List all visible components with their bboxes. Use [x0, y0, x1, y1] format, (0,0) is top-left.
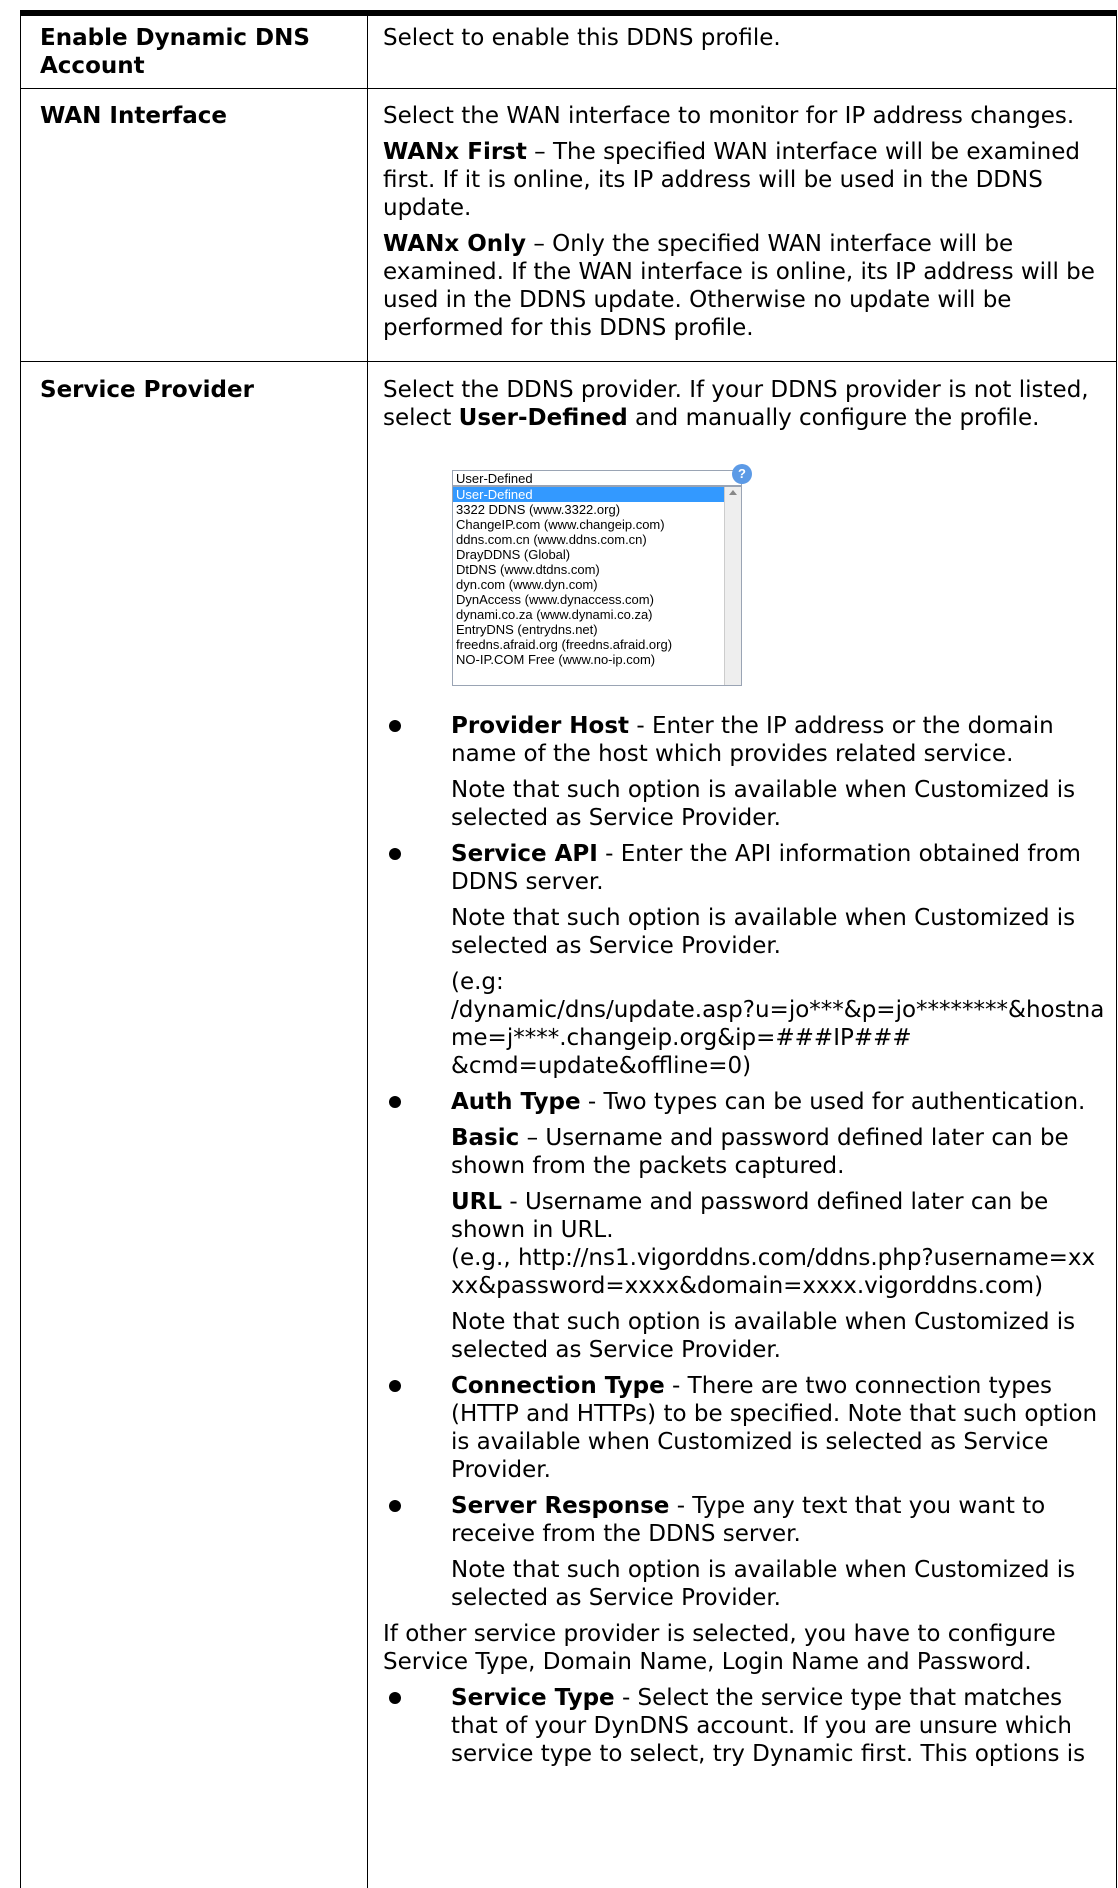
bullet-provider-host: Provider Host - Enter the IP address or …	[383, 712, 1108, 768]
row-divider	[20, 88, 1116, 89]
table-column-divider	[367, 10, 368, 1888]
wanx-first-paragraph: WANx First – The specified WAN interface…	[383, 139, 1080, 221]
provider-option[interactable]: ChangeIP.com (www.changeip.com)	[453, 517, 741, 532]
service-provider-intro: Select the DDNS provider. If your DDNS p…	[383, 376, 1108, 432]
example-text: (e.g., http://ns1.vigorddns.com/ddns.php…	[451, 1245, 1096, 1299]
provider-select-current[interactable]: User-Defined	[452, 470, 742, 486]
table-left-border	[20, 10, 21, 1888]
row-description-service-provider: Select the DDNS provider. If your DDNS p…	[383, 376, 1108, 440]
bullet-icon	[389, 720, 401, 732]
description-text: Select the WAN interface to monitor for …	[383, 103, 1075, 129]
row-label-wan-interface: WAN Interface	[40, 103, 228, 129]
term: Service API	[451, 841, 598, 867]
term: Provider Host	[451, 713, 630, 739]
example-text: /dynamic/dns/update.asp?u=jo***&p=jo****…	[451, 997, 1105, 1051]
bullet-icon	[389, 1096, 401, 1108]
provider-option[interactable]: DrayDDNS (Global)	[453, 547, 741, 562]
term: Connection Type	[451, 1373, 665, 1399]
provider-option[interactable]: EntryDNS (entrydns.net)	[453, 622, 741, 637]
row-divider	[20, 361, 1116, 362]
row-description-enable-ddns: Select to enable this DDNS profile.	[383, 24, 1108, 60]
bullet-icon	[389, 1500, 401, 1512]
wanx-only-paragraph: WANx Only – Only the specified WAN inter…	[383, 231, 1095, 341]
provider-option[interactable]: 3322 DDNS (www.3322.org)	[453, 502, 741, 517]
term: Server Response	[451, 1493, 670, 1519]
description-text: and manually configure the profile.	[627, 405, 1040, 431]
row-label-enable-ddns: Enable Dynamic DNS Account	[40, 25, 310, 79]
bullet-service-type: Service Type - Select the service type t…	[383, 1684, 1108, 1768]
term: Basic	[451, 1125, 520, 1151]
description-text: – Username and password defined later ca…	[451, 1125, 1069, 1179]
provider-options-list[interactable]: User-Defined 3322 DDNS (www.3322.org) Ch…	[452, 486, 742, 686]
example-text: &cmd=update&offline=0)	[451, 1053, 752, 1079]
note-text: Note that such option is available when …	[451, 905, 1076, 959]
provider-option[interactable]: DynAccess (www.dynaccess.com)	[453, 592, 741, 607]
provider-option[interactable]: NO-IP.COM Free (www.no-ip.com)	[453, 652, 741, 667]
provider-option[interactable]: DtDNS (www.dtdns.com)	[453, 562, 741, 577]
note-text: Note that such option is available when …	[451, 777, 1076, 831]
other-provider-text: If other service provider is selected, y…	[383, 1621, 1056, 1675]
table-right-border	[1116, 10, 1117, 1888]
dropdown-scrollbar[interactable]	[724, 487, 741, 685]
term: Auth Type	[451, 1089, 581, 1115]
bullet-connection-type: Connection Type - There are two connecti…	[383, 1372, 1108, 1484]
table-top-border	[20, 10, 1116, 16]
row-description-wan-interface: Select the WAN interface to monitor for …	[383, 102, 1108, 350]
bullet-server-response: Server Response - Type any text that you…	[383, 1492, 1108, 1548]
term: URL	[451, 1189, 503, 1215]
provider-option[interactable]: ddns.com.cn (www.ddns.com.cn)	[453, 532, 741, 547]
provider-option[interactable]: User-Defined	[453, 487, 741, 502]
provider-option[interactable]: freedns.afraid.org (freedns.afraid.org)	[453, 637, 741, 652]
bullet-icon	[389, 1380, 401, 1392]
description-text: - Username and password defined later ca…	[451, 1189, 1049, 1243]
service-provider-details: Provider Host - Enter the IP address or …	[383, 712, 1108, 1776]
bullet-icon	[389, 1692, 401, 1704]
bullet-icon	[389, 848, 401, 860]
row-label-service-provider: Service Provider	[40, 377, 254, 403]
bullet-service-api: Service API - Enter the API information …	[383, 840, 1108, 896]
term-wanx-first: WANx First	[383, 139, 527, 165]
description-text: Select to enable this DDNS profile.	[383, 25, 781, 51]
provider-option[interactable]: dyn.com (www.dyn.com)	[453, 577, 741, 592]
help-icon[interactable]: ?	[732, 464, 752, 484]
example-text: (e.g:	[451, 969, 504, 995]
note-text: Note that such option is available when …	[451, 1557, 1076, 1611]
bullet-auth-type: Auth Type - Two types can be used for au…	[383, 1088, 1108, 1116]
description-text: - Two types can be used for authenticati…	[580, 1089, 1086, 1115]
provider-option[interactable]: dynami.co.za (www.dynami.co.za)	[453, 607, 741, 622]
document-page: Enable Dynamic DNS Account Select to ena…	[0, 0, 1118, 1888]
scroll-up-arrow-icon[interactable]	[729, 490, 737, 495]
term-user-defined: User-Defined	[458, 405, 628, 431]
term: Service Type	[451, 1685, 615, 1711]
auth-basic-text: Basic – Username and password defined la…	[383, 1124, 1108, 1180]
note-text: Note that such option is available when …	[451, 1309, 1076, 1363]
auth-url-text: URL - Username and password defined late…	[383, 1188, 1108, 1244]
term-wanx-only: WANx Only	[383, 231, 527, 257]
provider-dropdown-screenshot: User-Defined ? User-Defined 3322 DDNS (w…	[452, 452, 752, 704]
